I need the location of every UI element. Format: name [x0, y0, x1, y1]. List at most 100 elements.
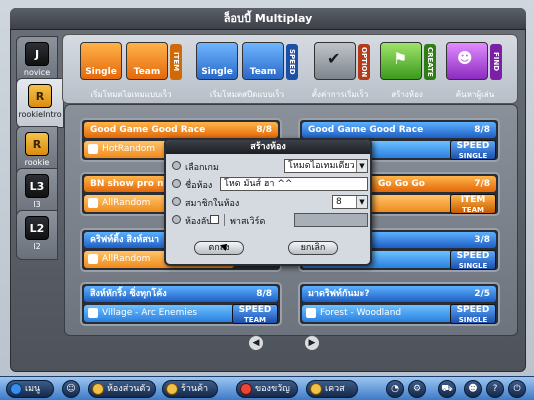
- speed-team-button[interactable]: Team: [242, 42, 284, 80]
- room-mode: SPEED: [456, 305, 490, 315]
- room-title: Good Game Good Race 8/8: [302, 122, 496, 138]
- room-player-count: 8/8: [256, 289, 272, 299]
- chevron-down-icon: ▼: [356, 196, 367, 208]
- novice-emblem-icon: J: [25, 42, 49, 66]
- ok-button[interactable]: ตกลง: [194, 241, 244, 255]
- room-card[interactable]: สิงห์หักริ้ง ซิ่งทุกโค้ง 8/8 Village - A…: [80, 282, 282, 326]
- quest-button[interactable]: เควส: [306, 380, 358, 398]
- create-tag: CREATE: [424, 44, 436, 80]
- gift-label: ของขวัญ: [255, 384, 290, 394]
- room-mode: SPEED: [456, 251, 490, 261]
- bullet-icon: [172, 179, 181, 188]
- room-card[interactable]: มาดริฟท์กันมะ? 2/5 Forest - Woodland SPE…: [298, 282, 500, 326]
- create-caption: สร้างห้อง: [391, 90, 423, 99]
- room-mode-badge: SPEED SINGLE: [450, 250, 496, 270]
- room-map-name: HotRandom: [102, 144, 156, 154]
- sidebar-tab-label: l2: [33, 242, 41, 251]
- item-team-button[interactable]: Team: [126, 42, 168, 80]
- room-player-count: 7/8: [474, 179, 490, 189]
- option-tag: OPTION: [358, 44, 370, 80]
- players-label: สมาชิกในห้อง: [185, 199, 240, 209]
- room-mode-sub: SINGLE: [458, 262, 488, 270]
- chat-icon: ☺: [66, 384, 76, 394]
- house-icon: [88, 308, 98, 318]
- my-room-button[interactable]: ห้องส่วนตัว: [88, 380, 156, 398]
- item-single-button[interactable]: Single: [80, 42, 122, 80]
- find-player-button[interactable]: ☻: [446, 42, 488, 80]
- prev-page-button[interactable]: ◀: [248, 335, 264, 351]
- gift-button[interactable]: ของขวัญ: [236, 380, 298, 398]
- create-room-dialog: สร้างห้อง เลือกเกม โหมดไอเทมเดี่ยว ▼ ชื่…: [164, 138, 372, 266]
- power-button[interactable]: ⏻: [508, 380, 526, 398]
- checkmark-icon: ✔: [327, 49, 341, 68]
- gear-icon: ⚙: [412, 384, 422, 394]
- map-icon: [88, 198, 98, 208]
- map-icon: [88, 254, 98, 264]
- password-input[interactable]: [294, 213, 368, 227]
- l2-emblem-icon: L2: [25, 216, 49, 240]
- bullet-icon: [172, 215, 181, 224]
- room-map-name: AllRandom: [102, 198, 151, 208]
- find-tag: FIND: [490, 44, 502, 80]
- players-select[interactable]: 8 ▼: [332, 195, 368, 209]
- sidebar-tab-rookieintro[interactable]: R rookieIntro: [16, 78, 64, 128]
- kart-button[interactable]: ⛟: [438, 380, 456, 398]
- room-player-count: 8/8: [256, 125, 272, 135]
- cancel-button[interactable]: ยกเลิก: [288, 241, 338, 255]
- rookie-intro-emblem-icon: R: [28, 84, 52, 108]
- window-title: ล็อบบี้ Multiplay: [10, 8, 526, 30]
- gear-button[interactable]: ⚙: [408, 380, 426, 398]
- item-mode-tag: ITEM: [170, 44, 182, 80]
- lock-checkbox[interactable]: [210, 215, 219, 224]
- bullet-icon: [172, 197, 181, 206]
- sidebar-tab-label: novice: [23, 68, 51, 77]
- quest-label: เควส: [325, 384, 345, 394]
- speed-mode-tag: SPEED: [286, 44, 298, 80]
- room-title: สิงห์หักริ้ง ซิ่งทุกโค้ง 8/8: [84, 286, 278, 302]
- room-name: Good Game Good Race: [308, 125, 424, 135]
- mode-row: เลือกเกม โหมดไอเทมเดี่ยว ▼: [172, 158, 368, 174]
- room-mode-badge: SPEED SINGLE: [450, 304, 496, 324]
- room-mode-badge: SPEED TEAM: [232, 304, 278, 324]
- room-map: Forest - Woodland: [302, 305, 452, 322]
- power-icon: ⏻: [513, 384, 521, 394]
- room-mode-badge: ITEM TEAM: [450, 194, 496, 214]
- bullet-icon: [172, 161, 181, 170]
- divider: [224, 214, 225, 226]
- speedometer-icon: ◔: [391, 384, 399, 394]
- speedometer-button[interactable]: ◔: [386, 380, 404, 398]
- friends-icon: ☻: [468, 384, 478, 394]
- map-icon: [88, 144, 98, 154]
- friends-button[interactable]: ☻: [464, 380, 482, 398]
- sidebar-tab-label: rookie: [24, 158, 50, 167]
- shop-button[interactable]: ร้านค้า: [162, 380, 218, 398]
- speed-quickstart-caption: เริ่มโหมดสปีดแบบเร็ว: [209, 90, 285, 99]
- shop-icon: [166, 383, 178, 395]
- mode-select[interactable]: โหมดไอเทมเดี่ยว ▼: [284, 159, 368, 173]
- room-name: Good Game Good Race: [90, 125, 206, 135]
- messenger-button[interactable]: ☺: [62, 380, 80, 398]
- taskbar: เมนู ☺ ห้องส่วนตัว ร้านค้า ของขวัญ เควส …: [0, 376, 534, 400]
- room-name-row: ชื่อห้อง โหด มันส์ ฮา ^^: [172, 176, 368, 192]
- help-button[interactable]: ?: [486, 380, 504, 398]
- room-mode: SPEED: [456, 141, 490, 151]
- next-page-button[interactable]: ▶: [304, 335, 320, 351]
- sidebar-tab-label: l3: [33, 200, 41, 209]
- rookie-emblem-icon: R: [25, 132, 49, 156]
- gift-icon: [240, 383, 252, 395]
- sidebar-tab-l2[interactable]: L2 l2: [16, 210, 58, 260]
- password-label: พาสเวิร์ด: [230, 217, 266, 227]
- room-player-count: 3/8: [474, 235, 490, 245]
- shop-label: ร้านค้า: [181, 384, 209, 394]
- create-room-button[interactable]: ⚑: [380, 42, 422, 80]
- mode-select-value: โหมดไอเทมเดี่ยว: [288, 161, 355, 171]
- menu-button[interactable]: เมนู: [6, 380, 54, 398]
- room-mode: SPEED: [238, 305, 272, 315]
- speed-single-button[interactable]: Single: [196, 42, 238, 80]
- chevron-down-icon: ▼: [356, 160, 367, 172]
- tree-icon: [306, 308, 316, 318]
- my-room-label: ห้องส่วนตัว: [107, 384, 151, 394]
- room-name: มาดริฟท์กันมะ?: [308, 289, 370, 299]
- room-name-input[interactable]: โหด มันส์ ฮา ^^: [220, 177, 368, 191]
- quickstart-option-button[interactable]: ✔: [314, 42, 356, 80]
